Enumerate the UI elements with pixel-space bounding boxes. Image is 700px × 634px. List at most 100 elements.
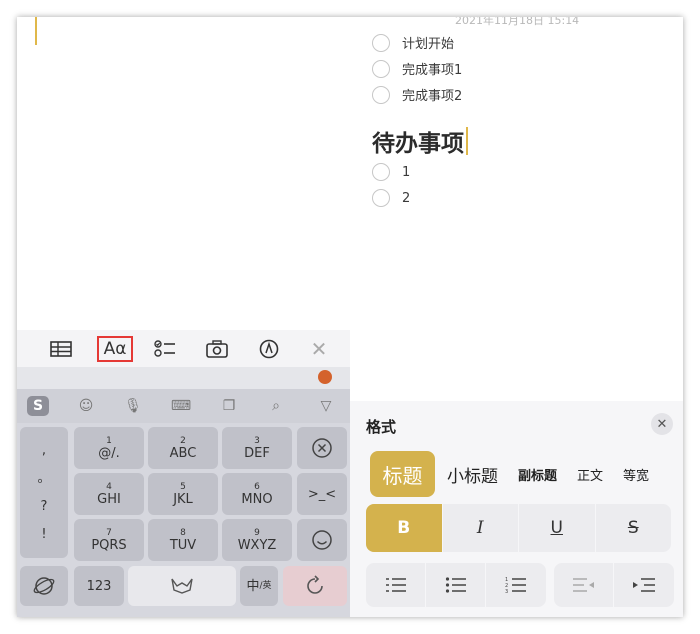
punct-key[interactable]: 。	[37, 471, 50, 486]
list-style-row: 123	[366, 563, 674, 607]
key-letters: ABC	[169, 445, 197, 461]
fox-icon	[171, 578, 193, 594]
key-number: 1	[106, 435, 112, 446]
checklist-item[interactable]: 完成事项2	[372, 85, 462, 104]
number-key[interactable]: 123	[74, 566, 124, 606]
dash-list-icon	[385, 578, 406, 592]
checklist-text: 计划开始	[402, 37, 455, 52]
checkbox-circle[interactable]	[372, 85, 390, 104]
key-letters: PQRS	[91, 537, 127, 553]
ime-toolbar: S ☺ 🎙 ⌨ ❐ ⌕ ▽	[17, 389, 350, 423]
list-type-group: 123	[366, 563, 546, 607]
key-number: 9	[254, 527, 260, 538]
numbered-list-button[interactable]: 123	[486, 563, 546, 607]
italic-button[interactable]: I	[443, 504, 519, 552]
style-title[interactable]: 标题	[370, 451, 435, 497]
punct-key[interactable]: !	[41, 527, 46, 542]
checklist-icon[interactable]	[147, 336, 183, 362]
checklist-item[interactable]: 1	[372, 163, 410, 181]
punctuation-column[interactable]: , 。 ? !	[20, 427, 68, 558]
checklist-item[interactable]: 2	[372, 189, 410, 207]
format-panel: 格式 ✕ 标题 小标题 副标题 正文 等宽 B I U S 1 2 3	[350, 401, 683, 617]
key-1[interactable]: 1 @/.	[74, 427, 144, 469]
number-key-label: 123	[86, 578, 112, 594]
indent-button[interactable]	[614, 563, 674, 607]
bold-button[interactable]: B	[366, 504, 443, 552]
keyboard-area: Aα ✕ S ☺ 🎙 ⌨ ❐ ⌕ ▽ , 。 ? ! 1 @/. 2 ABC 3…	[17, 330, 350, 617]
key-number: 7	[106, 527, 112, 538]
outdent-button[interactable]	[554, 563, 614, 607]
bullet-list-icon	[445, 577, 466, 593]
close-icon[interactable]: ✕	[301, 336, 337, 362]
style-body[interactable]: 正文	[577, 465, 603, 484]
refresh-icon	[307, 575, 323, 594]
sogou-logo-icon[interactable]: S	[27, 396, 49, 416]
checklist-text: 1	[402, 164, 411, 180]
key-8[interactable]: 8 TUV	[148, 519, 218, 561]
indent-group	[554, 563, 674, 607]
ime-avatar-icon[interactable]	[318, 370, 332, 384]
style-subheading[interactable]: 副标题	[518, 465, 557, 484]
key-7[interactable]: 7 PQRS	[74, 519, 144, 561]
table-icon[interactable]	[43, 336, 79, 362]
style-monospace[interactable]: 等宽	[623, 465, 649, 484]
lang-label: 中	[246, 578, 260, 594]
return-key[interactable]	[283, 566, 347, 606]
heading-text: 待办事项	[372, 131, 464, 157]
app-window: 2021年11月18日 15:14 计划开始 完成事项1 完成事项2 待办事项 …	[17, 17, 683, 617]
search-icon[interactable]: ⌕	[265, 396, 287, 416]
note-heading[interactable]: 待办事项	[372, 124, 468, 158]
globe-key[interactable]	[20, 566, 68, 606]
emoji-key[interactable]	[297, 519, 347, 561]
strikethrough-button[interactable]: S	[596, 504, 672, 552]
checkbox-circle[interactable]	[372, 189, 390, 207]
delete-key[interactable]	[297, 427, 347, 469]
key-number: 5	[180, 481, 186, 492]
smiley-icon	[312, 530, 332, 550]
key-letters: WXYZ	[237, 537, 277, 553]
keyboard-icon[interactable]: ⌨	[170, 396, 192, 416]
checkbox-circle[interactable]	[372, 59, 390, 78]
paragraph-style-row: 标题 小标题 副标题 正文 等宽	[370, 451, 649, 497]
key-number: 2	[180, 435, 186, 446]
style-heading[interactable]: 小标题	[447, 462, 498, 487]
microphone-icon[interactable]: 🎙	[122, 396, 144, 416]
segment-key[interactable]: >_<	[297, 473, 347, 515]
key-6[interactable]: 6 MNO	[222, 473, 292, 515]
text-style-segment: B I U S	[366, 504, 671, 552]
outdent-icon	[572, 578, 594, 592]
note-date: 2021年11月18日 15:14	[455, 17, 580, 27]
key-4[interactable]: 4 GHI	[74, 473, 144, 515]
key-3[interactable]: 3 DEF	[222, 427, 292, 469]
punct-key[interactable]: ?	[41, 499, 48, 514]
format-button[interactable]: Aα	[97, 336, 133, 362]
key-letters: TUV	[169, 537, 197, 553]
key-letters: @/.	[98, 445, 120, 461]
checklist-item[interactable]: 计划开始	[372, 33, 454, 52]
key-number: 8	[180, 527, 186, 538]
planet-icon	[33, 577, 55, 595]
key-letters: DEF	[244, 445, 270, 461]
lang-sub-label: /英	[259, 581, 272, 591]
segment-icon: >_<	[307, 486, 337, 502]
collapse-icon[interactable]: ▽	[315, 396, 337, 416]
key-5[interactable]: 5 JKL	[148, 473, 218, 515]
dashed-list-button[interactable]	[366, 563, 426, 607]
close-panel-button[interactable]: ✕	[651, 413, 673, 435]
key-2[interactable]: 2 ABC	[148, 427, 218, 469]
emoji-icon[interactable]: ☺	[75, 396, 97, 416]
space-key[interactable]	[128, 566, 236, 606]
punct-key[interactable]: ,	[42, 443, 46, 458]
checklist-item[interactable]: 完成事项1	[372, 59, 462, 78]
bulleted-list-button[interactable]	[426, 563, 486, 607]
checklist-text: 完成事项1	[402, 63, 463, 78]
checkbox-circle[interactable]	[372, 33, 390, 52]
key-number: 3	[254, 435, 260, 446]
markup-icon[interactable]	[251, 336, 287, 362]
checkbox-circle[interactable]	[372, 163, 390, 181]
camera-icon[interactable]	[199, 336, 235, 362]
underline-button[interactable]: U	[519, 504, 596, 552]
lang-switch-key[interactable]: 中/英	[240, 566, 278, 606]
key-9[interactable]: 9 WXYZ	[222, 519, 292, 561]
clipboard-icon[interactable]: ❐	[218, 396, 240, 416]
